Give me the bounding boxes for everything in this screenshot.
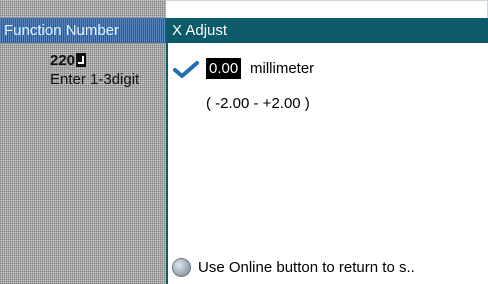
checkmark-icon [173, 61, 199, 78]
setting-title: X Adjust [168, 18, 488, 43]
status-message: Use Online button to return to s.. [198, 259, 415, 276]
adjust-value-field[interactable]: 0.00 [206, 58, 242, 79]
online-indicator-icon [172, 258, 191, 277]
function-number-hint: Enter 1-3digit [50, 71, 140, 88]
function-number-input[interactable]: 220 [50, 52, 166, 70]
unit-label: millimeter [250, 60, 315, 77]
range-label: ( -2.00 - +2.00 ) [206, 95, 310, 112]
enter-key-icon [76, 53, 87, 67]
function-number-value: 220 [50, 52, 76, 69]
function-number-panel: Function Number 220 Enter 1-3digit [0, 0, 166, 284]
function-number-header: Function Number [0, 18, 166, 43]
setting-panel [168, 43, 488, 284]
